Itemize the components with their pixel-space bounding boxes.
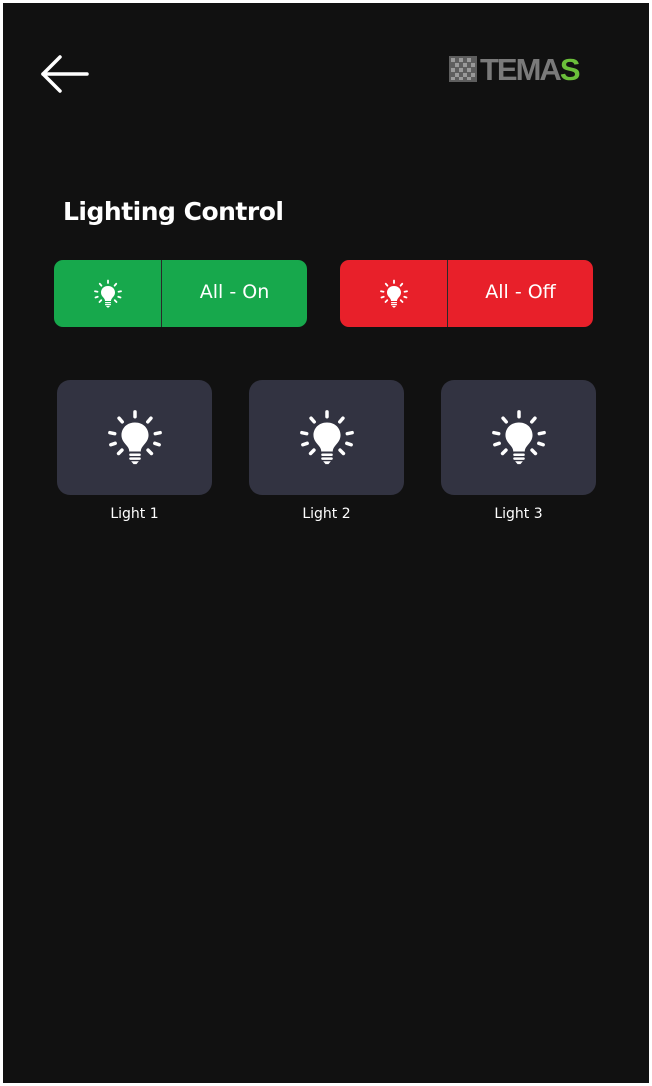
light-2-label: Light 2 [302, 506, 351, 522]
logo-text: TEMAS [480, 51, 581, 87]
light-3-button[interactable] [441, 380, 596, 495]
logo-mark-icon [449, 56, 477, 82]
all-off-label: All - Off [485, 280, 556, 303]
light-3-label: Light 3 [494, 506, 543, 522]
page-title: Lighting Control [63, 197, 284, 226]
light-1-label: Light 1 [110, 506, 159, 522]
lightbulb-icon [298, 409, 356, 467]
all-on-label: All - On [199, 280, 270, 303]
lightbulb-icon [106, 409, 164, 467]
lightbulb-icon [93, 279, 123, 309]
back-button[interactable] [39, 53, 95, 95]
app-screen: TEMAS Lighting Control All - On All - Of… [3, 3, 649, 1083]
lightbulb-icon [490, 409, 548, 467]
lightbulb-icon [379, 279, 409, 309]
light-2-button[interactable] [249, 380, 404, 495]
brand-logo: TEMAS [449, 51, 581, 87]
all-on-icon-area [54, 260, 161, 327]
all-off-button[interactable]: All - Off [340, 260, 593, 327]
all-on-button[interactable]: All - On [54, 260, 307, 327]
logo-text-accent: S [559, 51, 581, 87]
all-off-icon-area [340, 260, 447, 327]
logo-text-main: TEMA [480, 51, 562, 87]
arrow-left-icon [41, 55, 89, 93]
light-1-button[interactable] [57, 380, 212, 495]
